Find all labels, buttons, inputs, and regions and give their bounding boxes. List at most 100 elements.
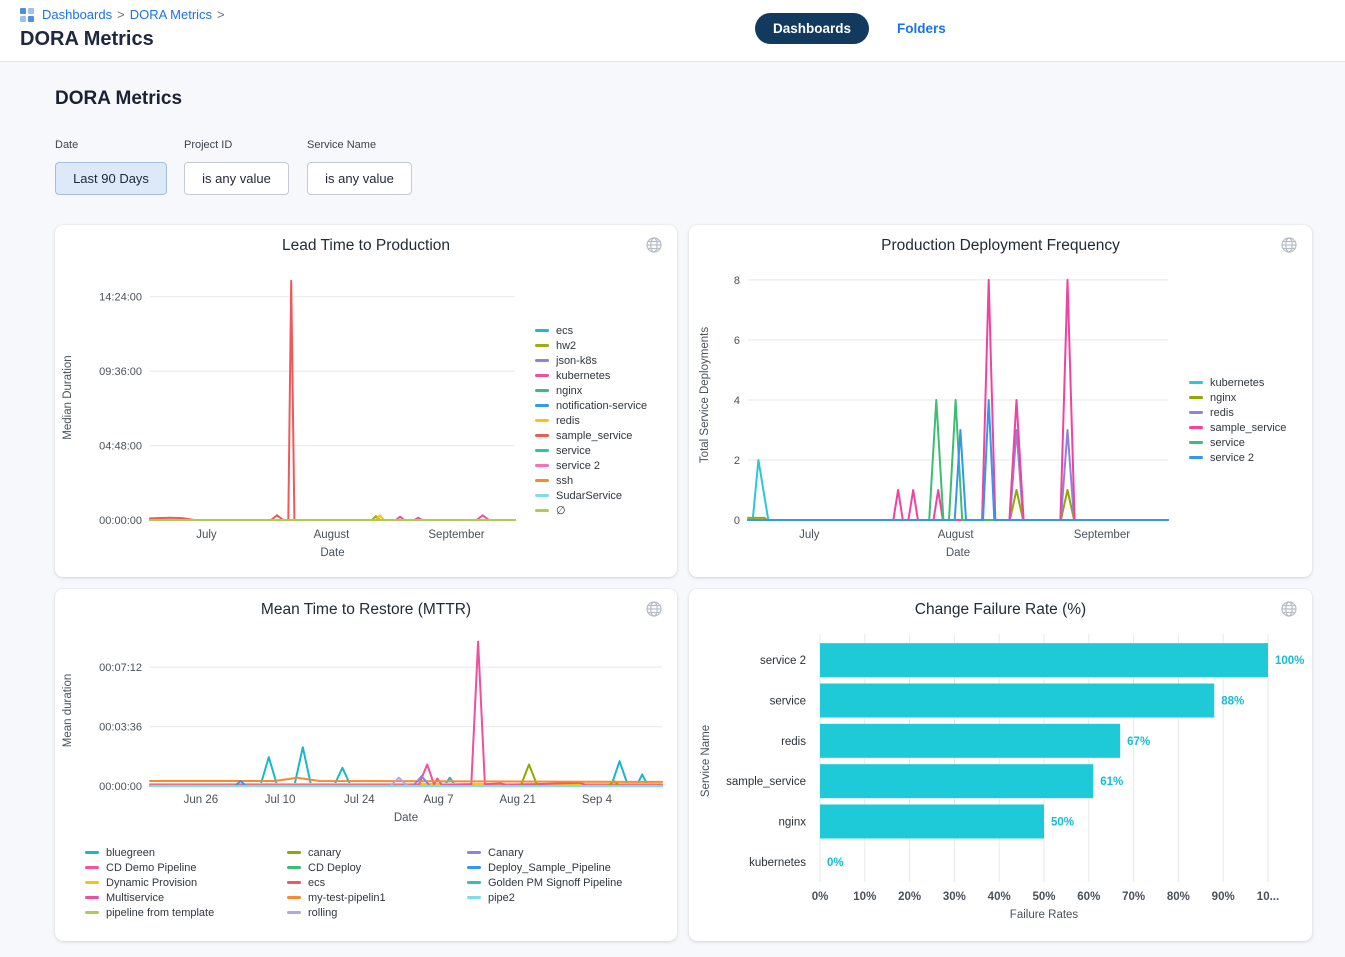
svg-text:50%: 50% <box>1032 891 1055 903</box>
svg-text:Date: Date <box>394 812 418 824</box>
breadcrumb-dashboards[interactable]: Dashboards <box>42 7 112 22</box>
legend-item[interactable]: CD Deploy <box>287 860 386 875</box>
legend-item[interactable]: my-test-pipelin1 <box>287 890 386 905</box>
legend-item[interactable]: service <box>1189 435 1286 450</box>
legend-item[interactable]: kubernetes <box>1189 375 1286 390</box>
globe-icon[interactable] <box>645 236 663 254</box>
legend-item[interactable]: ecs <box>287 875 386 890</box>
legend-swatch <box>85 896 99 899</box>
filter-label-date: Date <box>55 139 78 151</box>
card-lead-time: 00:00:0004:48:0009:36:0014:24:00JulyAugu… <box>55 225 677 577</box>
legend-item[interactable]: hw2 <box>535 338 647 353</box>
legend-label: redis <box>556 415 580 427</box>
svg-text:67%: 67% <box>1127 736 1150 748</box>
svg-text:8: 8 <box>734 275 740 287</box>
svg-text:service: service <box>770 696 806 708</box>
legend-swatch <box>1189 426 1203 429</box>
svg-text:00:00:00: 00:00:00 <box>99 515 142 527</box>
svg-text:July: July <box>799 529 820 541</box>
legend-swatch <box>1189 456 1203 459</box>
filter-label-project-id: Project ID <box>184 139 232 151</box>
globe-icon[interactable] <box>1280 600 1298 618</box>
legend-swatch <box>85 911 99 914</box>
legend-item[interactable]: service 2 <box>1189 450 1286 465</box>
globe-icon[interactable] <box>645 600 663 618</box>
card-deploy-frequency: 02468JulyAugustSeptemberDateTotal Servic… <box>689 225 1312 577</box>
legend-item[interactable]: nginx <box>1189 390 1286 405</box>
svg-text:Aug 21: Aug 21 <box>500 794 536 806</box>
view-tabs: Dashboards Folders <box>755 13 946 44</box>
svg-text:0%: 0% <box>812 891 829 903</box>
legend-item[interactable]: redis <box>535 413 647 428</box>
svg-text:kubernetes: kubernetes <box>749 857 806 869</box>
bar[interactable] <box>820 684 1214 718</box>
card-change-failure-rate: 0%10%20%30%40%50%60%70%80%90%10...servic… <box>689 589 1312 941</box>
legend-swatch <box>1189 381 1203 384</box>
legend-item[interactable]: SudarService <box>535 488 647 503</box>
legend-label: nginx <box>1210 392 1236 404</box>
card-mttr: 00:00:0000:03:3600:07:12Jun 26Jul 10Jul … <box>55 589 677 941</box>
legend-swatch <box>85 866 99 869</box>
legend-item[interactable]: Dynamic Provision <box>85 875 214 890</box>
legend-swatch <box>467 896 481 899</box>
legend-swatch <box>1189 441 1203 444</box>
svg-text:service 2: service 2 <box>760 655 806 667</box>
svg-text:July: July <box>196 529 217 541</box>
breadcrumb-dora-metrics[interactable]: DORA Metrics <box>130 7 212 22</box>
legend-item[interactable]: Multiservice <box>85 890 214 905</box>
legend-item[interactable]: CD Demo Pipeline <box>85 860 214 875</box>
service-name-filter-button[interactable]: is any value <box>307 162 412 195</box>
legend-label: notification-service <box>556 400 647 412</box>
legend-item[interactable]: service 2 <box>535 458 647 473</box>
project-id-filter-button[interactable]: is any value <box>184 162 289 195</box>
svg-text:September: September <box>1074 529 1130 541</box>
legend-item[interactable]: Deploy_Sample_Pipeline <box>467 860 622 875</box>
svg-text:20%: 20% <box>898 891 921 903</box>
legend-item[interactable]: ecs <box>535 323 647 338</box>
svg-text:Jul 10: Jul 10 <box>265 794 296 806</box>
legend-item[interactable]: notification-service <box>535 398 647 413</box>
legend-item[interactable]: ∅ <box>535 503 647 518</box>
legend-item[interactable]: ssh <box>535 473 647 488</box>
legend-label: nginx <box>556 385 582 397</box>
legend-swatch <box>1189 396 1203 399</box>
legend-swatch <box>535 374 549 377</box>
chart-legend: CanaryDeploy_Sample_PipelineGolden PM Si… <box>467 845 622 905</box>
legend-item[interactable]: nginx <box>535 383 647 398</box>
bar[interactable] <box>820 764 1093 798</box>
chart-canvas: 0%10%20%30%40%50%60%70%80%90%10...servic… <box>689 589 1312 941</box>
globe-icon[interactable] <box>1280 236 1298 254</box>
bar[interactable] <box>820 724 1120 758</box>
change-failure-rate-chart-title: Change Failure Rate (%) <box>689 601 1312 619</box>
legend-item[interactable]: rolling <box>287 905 386 920</box>
svg-text:88%: 88% <box>1221 696 1244 708</box>
legend-item[interactable]: sample_service <box>535 428 647 443</box>
legend-item[interactable]: json-k8s <box>535 353 647 368</box>
legend-item[interactable]: service <box>535 443 647 458</box>
date-filter-button[interactable]: Last 90 Days <box>55 162 167 195</box>
tab-dashboards[interactable]: Dashboards <box>755 13 869 44</box>
legend-item[interactable]: Canary <box>467 845 622 860</box>
svg-text:Jul 24: Jul 24 <box>344 794 375 806</box>
legend-item[interactable]: kubernetes <box>535 368 647 383</box>
svg-text:30%: 30% <box>943 891 966 903</box>
legend-item[interactable]: pipeline from template <box>85 905 214 920</box>
legend-label: kubernetes <box>556 370 610 382</box>
tab-folders[interactable]: Folders <box>897 21 946 36</box>
bar[interactable] <box>820 805 1044 839</box>
legend-item[interactable]: Golden PM Signoff Pipeline <box>467 875 622 890</box>
deploy-frequency-chart-title: Production Deployment Frequency <box>689 237 1312 255</box>
legend-swatch <box>287 851 301 854</box>
legend-item[interactable]: bluegreen <box>85 845 214 860</box>
legend-item[interactable]: sample_service <box>1189 420 1286 435</box>
legend-item[interactable]: pipe2 <box>467 890 622 905</box>
bar[interactable] <box>820 643 1268 677</box>
legend-item[interactable]: canary <box>287 845 386 860</box>
legend-swatch <box>535 404 549 407</box>
legend-label: CD Deploy <box>308 862 361 874</box>
legend-item[interactable]: redis <box>1189 405 1286 420</box>
svg-text:August: August <box>314 529 351 541</box>
svg-text:10%: 10% <box>853 891 876 903</box>
svg-text:Total Service Deployments: Total Service Deployments <box>699 327 711 463</box>
svg-text:70%: 70% <box>1122 891 1145 903</box>
